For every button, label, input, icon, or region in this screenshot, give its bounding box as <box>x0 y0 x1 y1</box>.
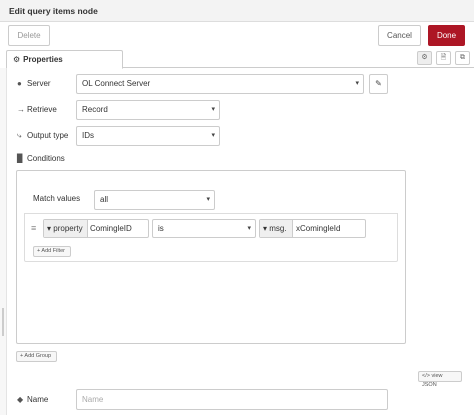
operator-select-value: is <box>158 224 164 233</box>
output-type-label-row: ⤷ Output type <box>17 131 68 141</box>
dialog-titlebar: Edit query items node <box>0 0 474 22</box>
conditions-label-row: ▉ Conditions <box>17 154 65 163</box>
done-button[interactable]: Done <box>428 25 465 46</box>
add-filter-button[interactable]: + Add Filter <box>33 246 71 257</box>
tab-bar: ⚙ Properties ⚙ 🗎 ⧉ <box>6 50 474 69</box>
msg-value[interactable]: xComingleId <box>296 220 340 237</box>
output-type-select[interactable]: IDs ▾ <box>76 126 220 146</box>
tab-properties[interactable]: ⚙ Properties <box>6 50 123 69</box>
tray-resize-edge[interactable] <box>0 68 7 415</box>
conditions-icon: ▉ <box>17 154 24 163</box>
msg-type-label: msg. <box>269 224 287 233</box>
retrieve-label: Retrieve <box>27 105 57 114</box>
server-label: Server <box>27 79 51 88</box>
chevron-down-icon: ▾ <box>211 132 215 139</box>
tab-description-icon[interactable]: 🗎 <box>436 51 451 65</box>
property-type-button[interactable]: ▾ property <box>44 220 88 237</box>
server-icon: ● <box>17 79 22 88</box>
property-typed-input[interactable]: ▾ property ComingleID <box>43 219 149 238</box>
chevron-down-icon: ▾ <box>355 80 359 87</box>
dialog-title: Edit query items node <box>9 6 98 16</box>
msg-typed-input[interactable]: ▾ msg. xComingleId <box>259 219 366 238</box>
output-type-select-value: IDs <box>82 131 94 140</box>
chevron-down-icon: ▾ <box>247 225 251 232</box>
tab-appearance-icon[interactable]: ⧉ <box>455 51 470 65</box>
output-icon: ⤷ <box>17 131 22 140</box>
name-label-row: ◆ Name <box>17 395 48 404</box>
retrieve-select-value: Record <box>82 105 108 114</box>
property-type-label: property <box>53 224 83 233</box>
server-label-row: ● Server <box>17 79 51 88</box>
resize-grip-icon[interactable] <box>2 308 4 336</box>
chevron-down-icon: ▾ <box>206 196 210 203</box>
view-json-button[interactable]: </> view JSON <box>418 371 462 388</box>
name-input[interactable] <box>76 389 388 410</box>
tab-properties-label: Properties <box>23 55 63 64</box>
name-label: Name <box>27 395 49 404</box>
drag-handle-icon[interactable]: ≡ <box>31 223 36 233</box>
caret-down-icon: ▾ <box>47 224 52 233</box>
match-values-select[interactable]: all ▾ <box>94 190 215 210</box>
msg-type-button[interactable]: ▾ msg. <box>260 220 293 237</box>
operator-select[interactable]: is ▾ <box>152 219 256 238</box>
retrieve-select[interactable]: Record ▾ <box>76 100 220 120</box>
edit-server-button[interactable]: ✎ <box>369 74 388 94</box>
arrow-right-icon: → <box>17 105 25 114</box>
server-select[interactable]: OL Connect Server ▾ <box>76 74 364 94</box>
gear-icon: ⚙ <box>13 55 21 64</box>
server-select-value: OL Connect Server <box>82 79 151 88</box>
pencil-icon: ✎ <box>375 79 382 88</box>
caret-down-icon: ▾ <box>263 224 268 233</box>
cancel-button[interactable]: Cancel <box>378 25 421 46</box>
match-values-select-value: all <box>100 195 109 204</box>
retrieve-label-row: → Retrieve <box>17 105 57 114</box>
delete-button[interactable]: Delete <box>8 25 50 46</box>
add-group-button[interactable]: + Add Group <box>16 351 57 362</box>
tab-settings-icon[interactable]: ⚙ <box>417 51 432 65</box>
conditions-label: Conditions <box>27 154 65 163</box>
output-type-label: Output type <box>27 131 69 140</box>
tag-icon: ◆ <box>17 395 24 404</box>
match-values-label: Match values <box>33 194 81 203</box>
chevron-down-icon: ▾ <box>211 106 215 113</box>
property-value[interactable]: ComingleID <box>90 220 132 237</box>
